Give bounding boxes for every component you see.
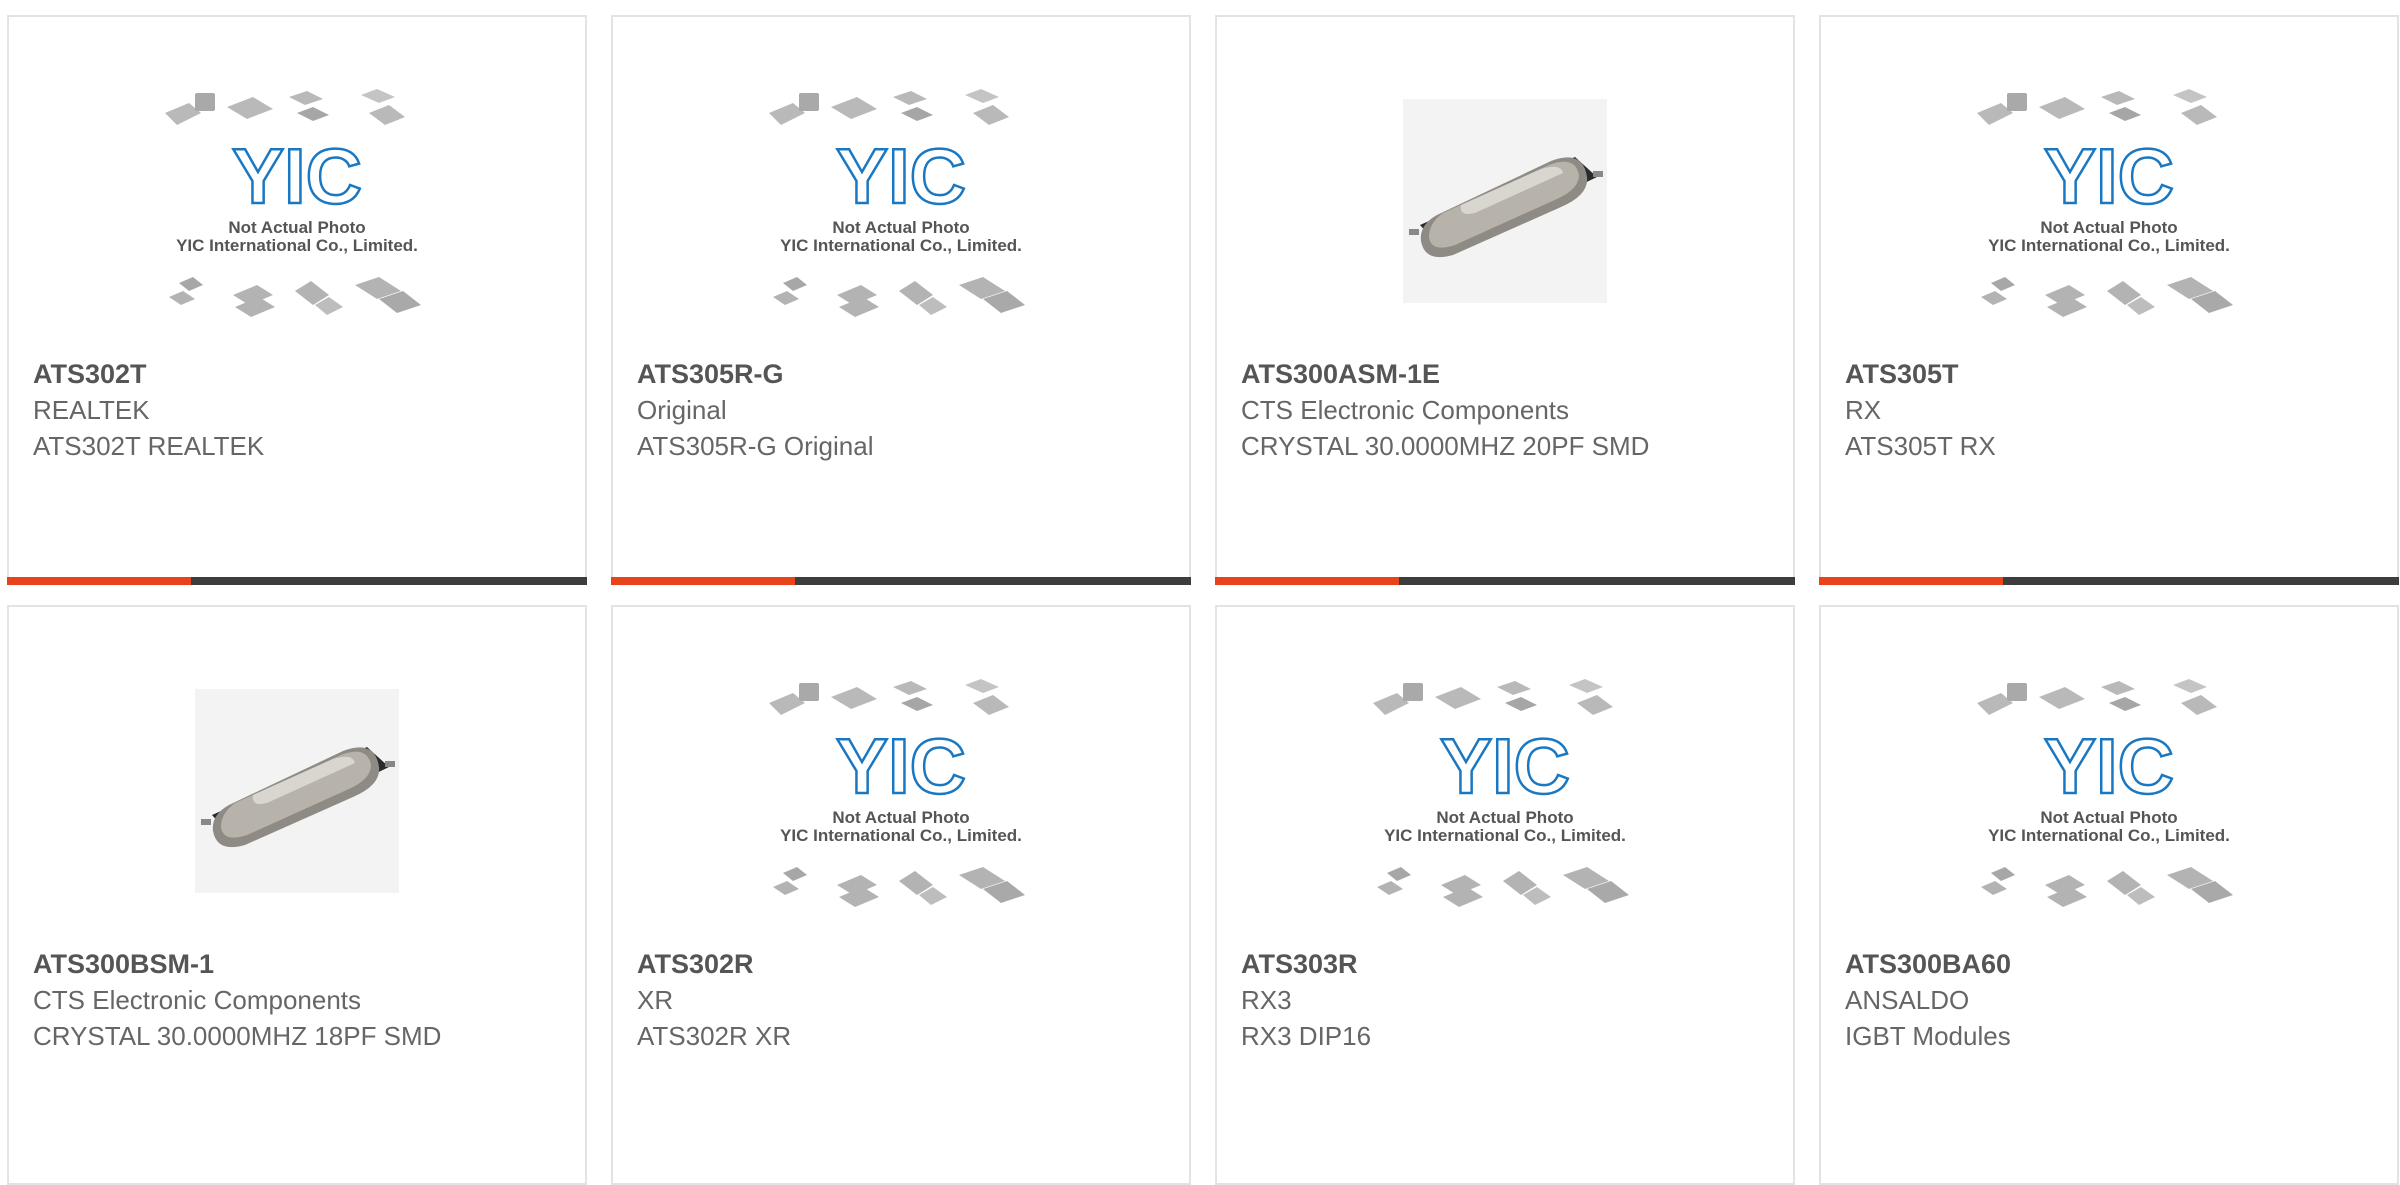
product-image[interactable]: YIC Not Actual Photo YIC International C… (9, 85, 585, 365)
chip-icons-top (1977, 89, 2217, 125)
not-actual-photo-text: Not Actual Photo (2040, 808, 2177, 827)
company-name-text: YIC International Co., Limited. (780, 236, 1022, 255)
company-name-text: YIC International Co., Limited. (1384, 826, 1626, 845)
product-card[interactable]: ATS300ASM-1E CTS Electronic Components C… (1215, 15, 1795, 585)
product-image[interactable]: YIC Not Actual Photo YIC International C… (1821, 85, 2397, 365)
not-actual-photo-text: Not Actual Photo (2040, 218, 2177, 237)
card-footer-bar (7, 577, 587, 585)
manufacturer: REALTEK (33, 395, 150, 425)
product-image[interactable]: YIC Not Actual Photo YIC International C… (613, 85, 1189, 365)
chip-icons-top (769, 679, 1009, 715)
product-info: ATS302T REALTEK ATS302T REALTEK (33, 356, 565, 464)
card-accent-bar (611, 577, 795, 585)
company-name-text: YIC International Co., Limited. (1988, 236, 2230, 255)
product-image[interactable] (1217, 85, 1793, 365)
description: ATS302R XR (637, 1021, 792, 1051)
product-image[interactable]: YIC Not Actual Photo YIC International C… (613, 675, 1189, 955)
placeholder-image: YIC Not Actual Photo YIC International C… (1977, 679, 2233, 907)
card-accent-bar (1819, 577, 2003, 585)
card-footer-bar (1215, 577, 1795, 585)
product-info: ATS302R XR ATS302R XR (637, 946, 1169, 1054)
part-number[interactable]: ATS300BA60 (1845, 946, 2377, 982)
chip-icons-top (1977, 679, 2217, 715)
yic-logo: YIC (2044, 132, 2174, 220)
part-number[interactable]: ATS303R (1241, 946, 1773, 982)
description: RX3 DIP16 (1241, 1021, 1372, 1051)
product-info: ATS300BA60 ANSALDO IGBT Modules (1845, 946, 2377, 1054)
placeholder-image: YIC Not Actual Photo YIC International C… (165, 89, 421, 317)
description: ATS302T REALTEK (33, 431, 265, 461)
manufacturer: RX3 (1241, 985, 1292, 1015)
company-name-text: YIC International Co., Limited. (1988, 826, 2230, 845)
product-info: ATS300ASM-1E CTS Electronic Components C… (1241, 356, 1773, 464)
description: CRYSTAL 30.0000MHZ 20PF SMD (1241, 431, 1650, 461)
product-image[interactable] (9, 675, 585, 955)
product-card[interactable]: YIC Not Actual Photo YIC International C… (1215, 605, 1795, 1185)
product-image[interactable]: YIC Not Actual Photo YIC International C… (1821, 675, 2397, 955)
part-number[interactable]: ATS305T (1845, 356, 2377, 392)
product-info: ATS303R RX3 RX3 DIP16 (1241, 946, 1773, 1054)
manufacturer: Original (637, 395, 727, 425)
company-name-text: YIC International Co., Limited. (176, 236, 418, 255)
not-actual-photo-text: Not Actual Photo (228, 218, 365, 237)
card-accent-bar (1215, 577, 1399, 585)
manufacturer: RX (1845, 395, 1882, 425)
company-name-text: YIC International Co., Limited. (780, 826, 1022, 845)
chip-icons-top (165, 89, 405, 125)
chip-icons-bottom (1981, 867, 2233, 907)
chip-icons-top (769, 89, 1009, 125)
chip-icons-bottom (169, 277, 421, 317)
product-info: ATS305R-G Original ATS305R-G Original (637, 356, 1169, 464)
product-card[interactable]: YIC Not Actual Photo YIC International C… (1819, 605, 2399, 1185)
yic-logo: YIC (2044, 722, 2174, 810)
part-number[interactable]: ATS302R (637, 946, 1169, 982)
part-number[interactable]: ATS302T (33, 356, 565, 392)
card-accent-bar (7, 577, 191, 585)
part-number[interactable]: ATS305R-G (637, 356, 1169, 392)
manufacturer: ANSALDO (1845, 985, 1970, 1015)
chip-icons-bottom (773, 277, 1025, 317)
description: ATS305R-G Original (637, 431, 874, 461)
description: IGBT Modules (1845, 1021, 2011, 1051)
description: CRYSTAL 30.0000MHZ 18PF SMD (33, 1021, 442, 1051)
chip-icons-bottom (1981, 277, 2233, 317)
yic-logo: YIC (1440, 722, 1570, 810)
product-info: ATS300BSM-1 CTS Electronic Components CR… (33, 946, 565, 1054)
card-footer-bar (611, 577, 1191, 585)
not-actual-photo-text: Not Actual Photo (832, 218, 969, 237)
crystal-photo (195, 689, 399, 893)
chip-icons-top (1373, 679, 1613, 715)
product-card[interactable]: YIC Not Actual Photo YIC International C… (1819, 15, 2399, 585)
product-card[interactable]: ATS300BSM-1 CTS Electronic Components CR… (7, 605, 587, 1185)
placeholder-image: YIC Not Actual Photo YIC International C… (1977, 89, 2233, 317)
yic-logo: YIC (836, 722, 966, 810)
placeholder-image: YIC Not Actual Photo YIC International C… (769, 89, 1025, 317)
product-card[interactable]: YIC Not Actual Photo YIC International C… (611, 15, 1191, 585)
product-image[interactable]: YIC Not Actual Photo YIC International C… (1217, 675, 1793, 955)
not-actual-photo-text: Not Actual Photo (1436, 808, 1573, 827)
yic-logo: YIC (836, 132, 966, 220)
part-number[interactable]: ATS300BSM-1 (33, 946, 565, 982)
manufacturer: CTS Electronic Components (1241, 395, 1570, 425)
description: ATS305T RX (1845, 431, 1996, 461)
placeholder-image: YIC Not Actual Photo YIC International C… (769, 679, 1025, 907)
chip-icons-bottom (773, 867, 1025, 907)
manufacturer: CTS Electronic Components (33, 985, 362, 1015)
product-card[interactable]: YIC Not Actual Photo YIC International C… (7, 15, 587, 585)
not-actual-photo-text: Not Actual Photo (832, 808, 969, 827)
manufacturer: XR (637, 985, 674, 1015)
product-info: ATS305T RX ATS305T RX (1845, 356, 2377, 464)
crystal-photo (1403, 99, 1607, 303)
chip-icons-bottom (1377, 867, 1629, 907)
product-grid: YIC Not Actual Photo YIC International C… (0, 0, 2400, 1185)
card-footer-bar (1819, 577, 2399, 585)
yic-logo: YIC (232, 132, 362, 220)
placeholder-image: YIC Not Actual Photo YIC International C… (1373, 679, 1629, 907)
part-number[interactable]: ATS300ASM-1E (1241, 356, 1773, 392)
product-card[interactable]: YIC Not Actual Photo YIC International C… (611, 605, 1191, 1185)
